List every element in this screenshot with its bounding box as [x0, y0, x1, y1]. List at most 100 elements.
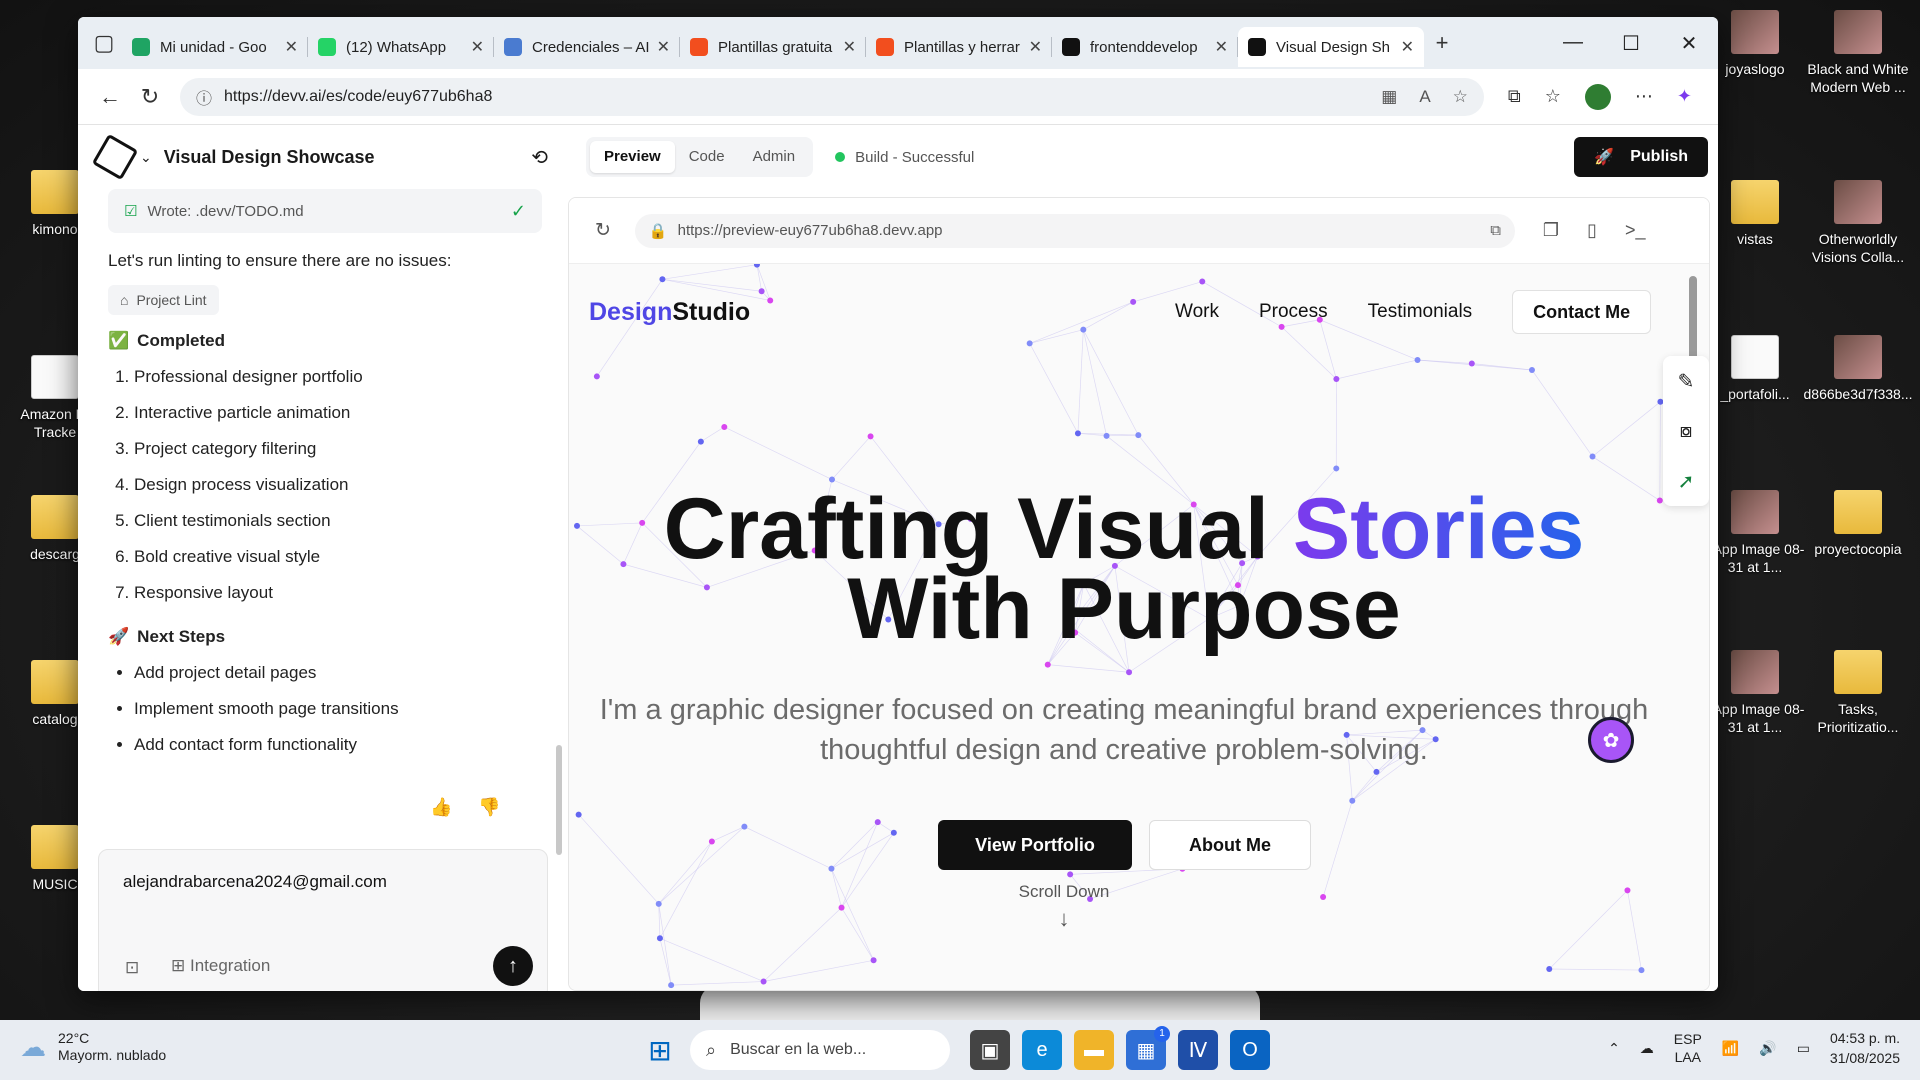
favorite-icon[interactable]: ☆ [1453, 87, 1468, 107]
project-lint-chip[interactable]: ⌂ Project Lint [108, 285, 219, 315]
close-tab-icon[interactable]: ✕ [285, 37, 298, 57]
cloud-icon: ☁ [20, 1031, 46, 1062]
refresh-icon[interactable]: ↻ [595, 219, 611, 242]
site-info-icon[interactable]: ⓘ [196, 85, 212, 109]
chat-scrollbar[interactable] [556, 745, 562, 855]
start-icon[interactable]: ⊞ [640, 1030, 680, 1070]
integration-button[interactable]: ⊞ Integration [171, 956, 270, 976]
particle-link [711, 826, 745, 842]
close-icon[interactable]: ✕ [1660, 31, 1718, 56]
copilot-icon[interactable]: ✦ [1677, 86, 1692, 107]
file-explorer-icon[interactable]: ▬ [1074, 1030, 1114, 1070]
browser-tab[interactable]: (12) WhatsApp ✕ [308, 27, 494, 67]
profile-avatar[interactable] [1584, 83, 1611, 110]
publish-button[interactable]: 🚀 Publish [1574, 137, 1708, 177]
taskbar-search[interactable]: ⌕ Buscar en la web... [690, 1030, 950, 1070]
minimize-icon[interactable]: — [1544, 31, 1602, 56]
contact-button[interactable]: Contact Me [1512, 290, 1652, 334]
desktop-icon[interactable]: Black and White Modern Web ... [1803, 10, 1913, 96]
desktop-icon[interactable]: Otherworldly Visions Colla... [1803, 180, 1913, 266]
wifi-icon[interactable]: 📶 [1722, 1040, 1739, 1057]
chat-input-value[interactable]: alejandrabarcena2024@gmail.com [123, 872, 387, 892]
apps-icon[interactable]: ▦ [1381, 87, 1397, 107]
tab-preview[interactable]: Preview [590, 141, 675, 173]
store-icon[interactable]: ▦ 1 [1126, 1026, 1170, 1070]
tab-code[interactable]: Code [675, 141, 739, 173]
about-me-button[interactable]: About Me [1149, 820, 1311, 870]
chevron-up-icon[interactable]: ⌃ [1608, 1040, 1620, 1057]
system-tray: ⌃ ☁ ESP LAA 📶 🔊 ▭ 04:53 p. m. 31/08/2025 [1608, 1028, 1900, 1068]
devv-logo-icon[interactable] [91, 133, 139, 181]
battery-icon[interactable]: ▭ [1797, 1040, 1810, 1057]
terminal-icon[interactable]: >_ [1625, 220, 1646, 241]
wrote-file-chip[interactable]: ☑ Wrote: .devv/TODO.md ✓ [108, 189, 542, 233]
browser-tab[interactable]: Plantillas gratuita ✕ [680, 27, 866, 67]
browser-tab[interactable]: Plantillas y herrar ✕ [866, 27, 1052, 67]
open-external-icon[interactable]: ⧉ [1490, 222, 1501, 239]
img-icon [1731, 490, 1779, 534]
next-steps-heading-label: Next Steps [137, 627, 226, 646]
close-tab-icon[interactable]: ✕ [843, 37, 856, 57]
tab-label: (12) WhatsApp [346, 38, 447, 56]
browser-tab[interactable]: frontenddevelop ✕ [1052, 27, 1238, 67]
attach-image-icon[interactable]: ⊡ [125, 958, 139, 978]
list-item: Responsive layout [134, 575, 568, 611]
preview-url-field[interactable]: 🔒 https://preview-euy677ub6ha8.devv.app … [634, 213, 1515, 248]
particle-dot [838, 904, 845, 911]
thumbs-up-icon[interactable]: 👍 [430, 797, 452, 818]
send-button[interactable]: ↑ [493, 946, 533, 986]
desktop-icon[interactable]: Tasks, Prioritizatio... [1803, 650, 1913, 736]
url-field[interactable]: ⓘ https://devv.ai/es/code/euy677ub6ha8 ▦… [180, 77, 1484, 116]
desktop-icon[interactable]: proyectocopia [1803, 490, 1913, 558]
extensions-icon[interactable]: ⧉ [1508, 86, 1521, 107]
task-view-icon[interactable]: ▣ [970, 1030, 1010, 1070]
copy-icon[interactable]: ❐ [1543, 220, 1559, 241]
site-brand[interactable]: DesignStudio [589, 298, 750, 327]
close-tab-icon[interactable]: ✕ [1215, 37, 1228, 57]
outlook-icon[interactable]: O [1230, 1030, 1270, 1070]
deploy-icon[interactable]: ➚ [1663, 456, 1709, 506]
particle-link [662, 278, 762, 292]
chevron-down-icon[interactable]: ⌄ [140, 149, 152, 166]
magic-edit-icon[interactable]: ✎ [1663, 356, 1709, 406]
favorites-icon[interactable]: ☆ [1545, 86, 1561, 107]
browser-tab[interactable]: Visual Design Sh ✕ [1238, 27, 1424, 67]
close-tab-icon[interactable]: ✕ [657, 37, 670, 57]
read-aloud-icon[interactable]: A [1419, 87, 1430, 107]
thumbs-down-icon[interactable]: 👎 [478, 797, 500, 818]
close-tab-icon[interactable]: ✕ [1029, 37, 1042, 57]
lang-layout: LAA [1674, 1049, 1702, 1065]
assistant-bubble-icon[interactable]: ✿ [1588, 717, 1634, 763]
history-icon[interactable]: ⟲ [531, 145, 548, 170]
clock[interactable]: 04:53 p. m. 31/08/2025 [1830, 1028, 1900, 1068]
inspect-icon[interactable]: ⧇ [1663, 406, 1709, 456]
language-indicator[interactable]: ESP LAA [1674, 1030, 1702, 1066]
preview-scrollbar[interactable] [1689, 276, 1697, 366]
tab-actions-icon[interactable]: ▢ [86, 25, 122, 61]
weather-widget[interactable]: ☁ 22°C Mayorm. nublado [20, 1030, 166, 1064]
reload-icon[interactable]: ↻ [130, 84, 170, 110]
browser-tab[interactable]: Credenciales – AI ✕ [494, 27, 680, 67]
completed-list: Professional designer portfolioInteracti… [134, 359, 568, 611]
view-portfolio-button[interactable]: View Portfolio [938, 820, 1132, 870]
nav-testimonials[interactable]: Testimonials [1368, 301, 1473, 323]
chat-input[interactable]: alejandrabarcena2024@gmail.com ⊡ ⊞ Integ… [98, 849, 548, 991]
scroll-down-indicator[interactable]: Scroll Down ↓ [1009, 882, 1119, 932]
nav-work[interactable]: Work [1175, 301, 1219, 323]
volume-icon[interactable]: 🔊 [1759, 1040, 1776, 1057]
back-icon[interactable]: ← [90, 84, 130, 110]
menu-icon[interactable]: ⋯ [1635, 86, 1653, 107]
edge-icon[interactable]: e [1022, 1030, 1062, 1070]
maximize-icon[interactable]: ☐ [1602, 31, 1660, 56]
onedrive-icon[interactable]: ☁ [1640, 1040, 1654, 1057]
close-tab-icon[interactable]: ✕ [471, 37, 484, 57]
close-tab-icon[interactable]: ✕ [1401, 37, 1414, 57]
browser-tab[interactable]: Mi unidad - Goo ✕ [122, 27, 308, 67]
mobile-view-icon[interactable]: ▯ [1587, 220, 1597, 241]
new-tab-button[interactable]: + [1424, 25, 1460, 61]
img-icon [1834, 10, 1882, 54]
tab-admin[interactable]: Admin [739, 141, 810, 173]
app-icon[interactable]: Ⅳ [1178, 1030, 1218, 1070]
nav-process[interactable]: Process [1259, 301, 1328, 323]
desktop-icon[interactable]: d866be3d7f338... [1803, 335, 1913, 403]
